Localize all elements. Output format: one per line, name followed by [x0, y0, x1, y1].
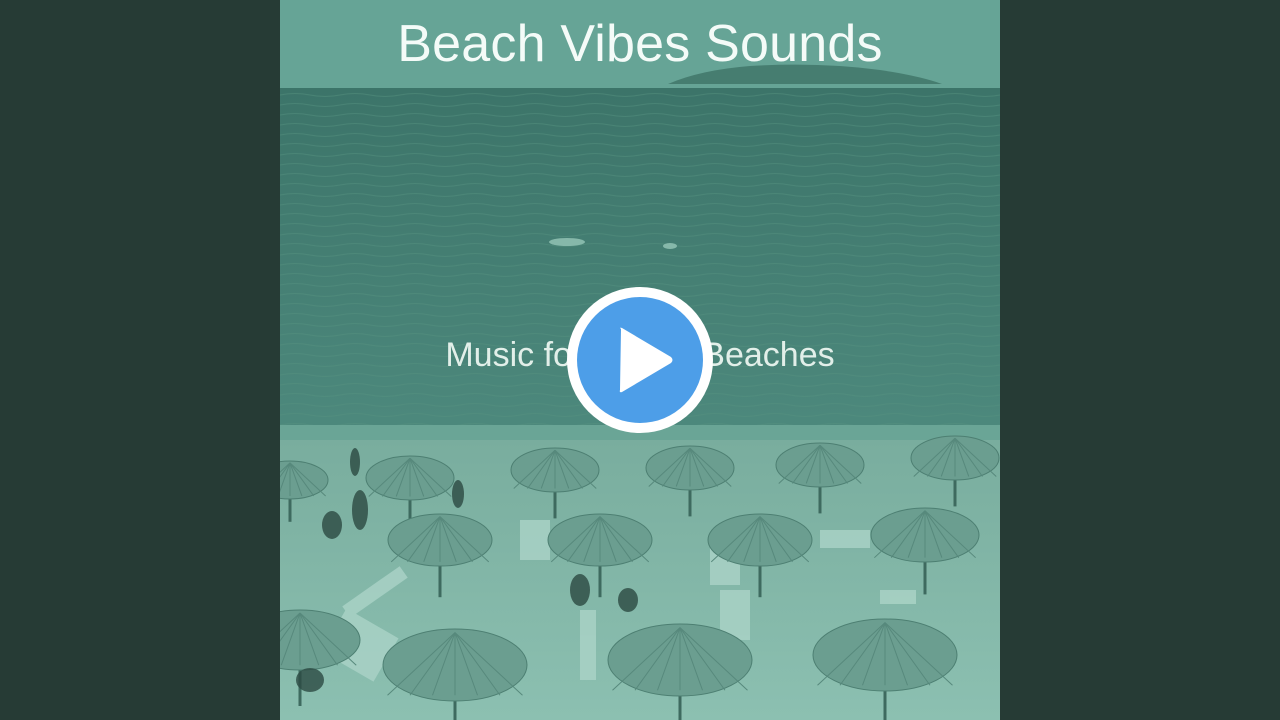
play-button[interactable]	[567, 287, 713, 433]
video-title: Beach Vibes Sounds	[397, 15, 883, 73]
video-player[interactable]: Beach Vibes Sounds Music for Stylish Bea…	[0, 0, 1280, 720]
play-icon	[619, 327, 673, 393]
